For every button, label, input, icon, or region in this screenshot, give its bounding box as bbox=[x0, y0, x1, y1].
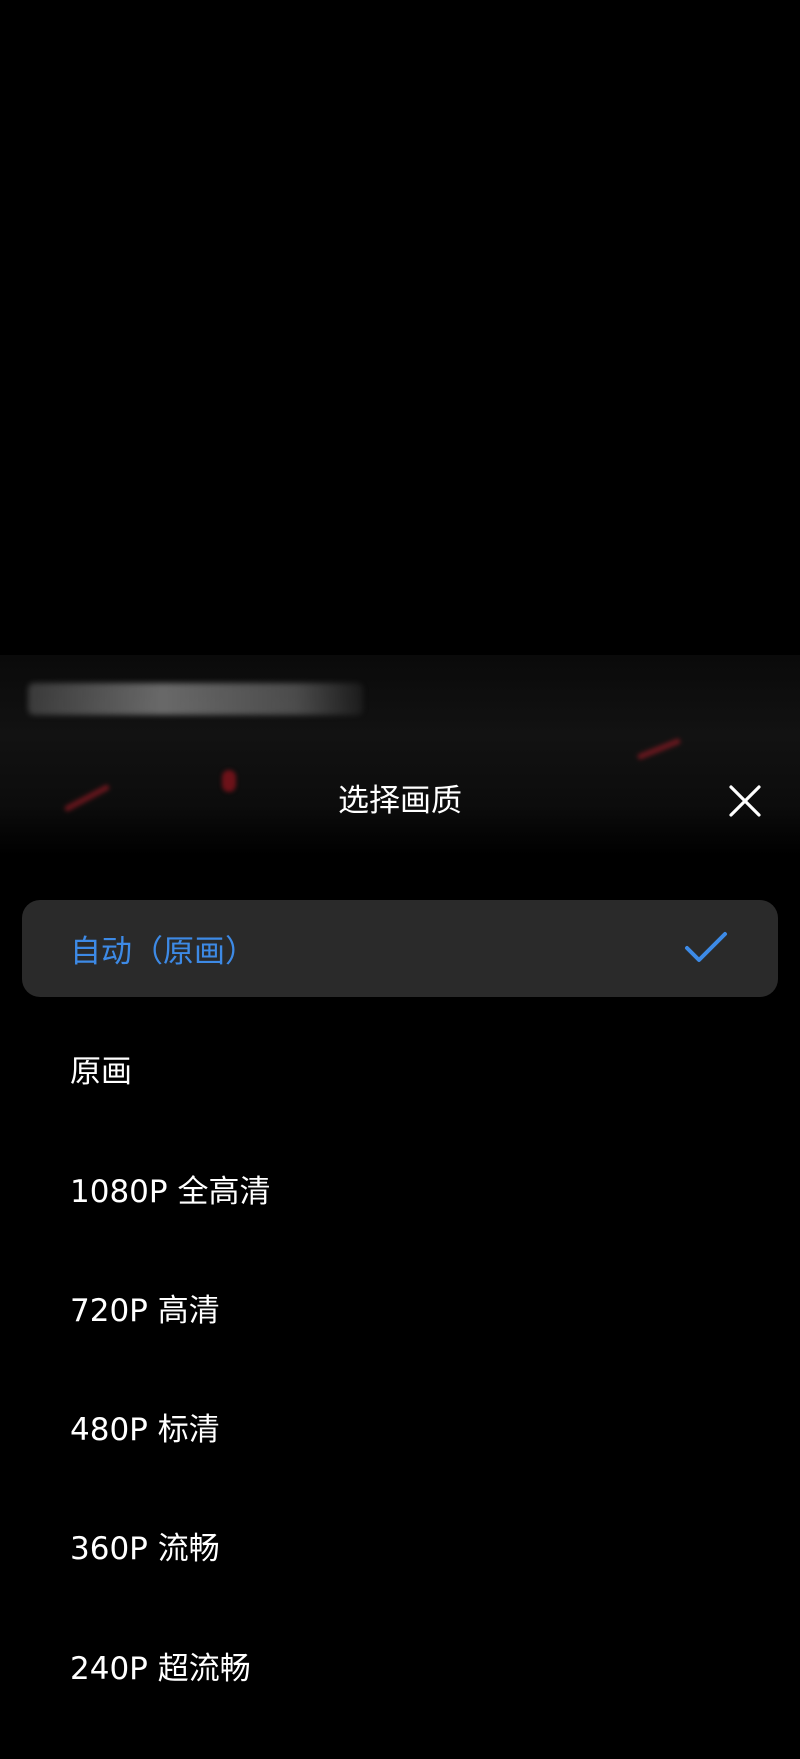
quality-option-label: 720P 高清 bbox=[70, 1293, 220, 1329]
quality-option-480p[interactable]: 480P 标清 bbox=[22, 1378, 778, 1475]
quality-option-label: 原画 bbox=[70, 1054, 132, 1090]
quality-option-360p[interactable]: 360P 流畅 bbox=[22, 1497, 778, 1594]
quality-option-original[interactable]: 原画 bbox=[22, 1020, 778, 1117]
quality-option-240p[interactable]: 240P 超流畅 bbox=[22, 1617, 778, 1714]
quality-option-label: 1080P 全高清 bbox=[70, 1174, 271, 1210]
quality-option-auto[interactable]: 自动（原画） bbox=[22, 900, 778, 997]
blurred-caption bbox=[28, 683, 363, 715]
check-icon bbox=[685, 932, 727, 962]
close-icon bbox=[729, 785, 761, 817]
quality-option-720p[interactable]: 720P 高清 bbox=[22, 1259, 778, 1356]
quality-option-label: 480P 标清 bbox=[70, 1412, 220, 1448]
sheet-title: 选择画质 bbox=[338, 783, 462, 819]
quality-option-label: 240P 超流畅 bbox=[70, 1651, 251, 1687]
close-button[interactable] bbox=[725, 781, 765, 821]
quality-option-label: 自动（原画） bbox=[70, 934, 256, 970]
screen: 选择画质 自动（原画） 原画 1080P 全高清 720P 高清 480P 标清… bbox=[0, 0, 800, 1759]
video-player-area[interactable] bbox=[0, 0, 800, 660]
quality-option-label: 360P 流畅 bbox=[70, 1531, 220, 1567]
quality-option-1080p[interactable]: 1080P 全高清 bbox=[22, 1140, 778, 1237]
